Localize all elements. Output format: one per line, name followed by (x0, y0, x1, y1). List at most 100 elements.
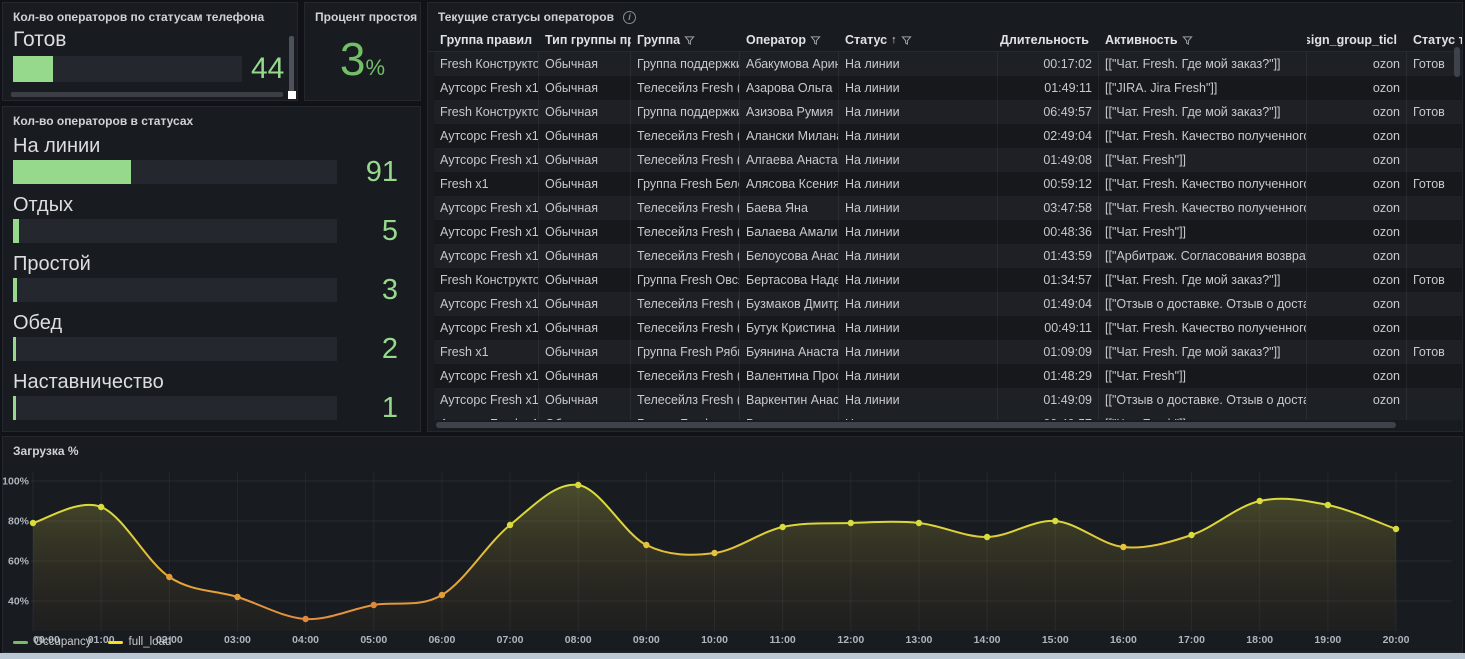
table-cell: На линии (839, 172, 998, 196)
chart-canvas[interactable]: 40%60%80%100%00:0001:0002:0003:0004:0005… (3, 462, 1460, 646)
table-cell: Обычная (539, 244, 631, 268)
panel-operators-table: Текущие статусы операторов i Группа прав… (427, 2, 1463, 432)
panel-phone-status: Кол-во операторов по статусам телефона Г… (2, 2, 298, 101)
data-point[interactable] (371, 602, 377, 608)
data-point[interactable] (1325, 502, 1331, 508)
column-header[interactable]: Активность (1099, 29, 1307, 51)
x-axis-tick-label: 05:00 (360, 634, 387, 646)
filter-icon[interactable] (810, 35, 821, 46)
vertical-scrollbar[interactable] (289, 36, 294, 92)
table-cell: 01:43:59 (998, 244, 1099, 268)
table-cell: Fresh Конструктор о (434, 100, 539, 124)
data-point[interactable] (1188, 532, 1194, 538)
bar-track (13, 337, 337, 361)
panel-title: Процент простоя (305, 3, 420, 28)
table-cell: Группа Fresh Белова (631, 172, 740, 196)
table-row: Fresh x1ОбычнаяГруппа Fresh РябинБуянина… (434, 340, 1462, 364)
table-cell: [["Арбитраж. Согласования возврата Fresh (1099, 244, 1307, 268)
scrollbar-corner[interactable] (288, 91, 296, 99)
data-point[interactable] (234, 594, 240, 600)
x-axis-tick-label: 16:00 (1110, 634, 1137, 646)
data-point[interactable] (98, 504, 104, 510)
info-icon[interactable]: i (623, 11, 636, 24)
data-point[interactable] (1393, 526, 1399, 532)
data-point[interactable] (848, 520, 854, 526)
column-header[interactable]: Статус↑ (839, 29, 998, 51)
data-point[interactable] (643, 542, 649, 548)
table-cell: Fresh Конструктор о (434, 52, 539, 76)
table-cell: ozon (1307, 124, 1407, 148)
table-cell: [["Чат. Fresh"]] (1099, 220, 1307, 244)
data-point[interactable] (984, 534, 990, 540)
table-row: Fresh Конструктор оОбычнаяГруппа поддерж… (434, 52, 1462, 76)
filter-icon[interactable] (684, 35, 695, 46)
table-cell: 00:17:02 (998, 52, 1099, 76)
gauge-value: 1 (337, 396, 410, 420)
table-cell: 00:59:12 (998, 172, 1099, 196)
panel-title: Текущие статусы операторов (438, 10, 614, 24)
x-axis-tick-label: 11:00 (770, 634, 796, 646)
table-cell: ozon (1307, 76, 1407, 100)
column-header[interactable]: Тип группы прав (539, 29, 631, 51)
table-cell: На линии (839, 340, 998, 364)
table-cell: На линии (839, 220, 998, 244)
x-axis-tick-label: 09:00 (633, 634, 660, 646)
table-cell: На линии (839, 268, 998, 292)
column-header[interactable]: assign_group_ticl (1307, 29, 1407, 51)
filter-icon[interactable] (901, 35, 912, 46)
data-point[interactable] (507, 522, 513, 528)
table-cell: Телесейлз Fresh (до (631, 148, 740, 172)
table-cell: ozon (1307, 388, 1407, 412)
data-point[interactable] (30, 520, 36, 526)
column-header[interactable]: Группа правил (434, 29, 539, 51)
data-point[interactable] (1257, 498, 1263, 504)
legend-item[interactable]: Occupancy (13, 636, 92, 648)
column-header-label: Длительность (1000, 33, 1089, 47)
table-cell: ozon (1307, 268, 1407, 292)
horizontal-scrollbar[interactable] (436, 422, 1396, 428)
column-header[interactable]: Длительность (998, 29, 1099, 51)
table-row: Аутсорс Fresh x1ОбычнаяТелесейлз Fresh (… (434, 148, 1462, 172)
table-row: Аутсорс Fresh x1ОбычнаяТелесейлз Fresh (… (434, 76, 1462, 100)
table-row: Fresh x1ОбычнаяГруппа Fresh БеловаАлясов… (434, 172, 1462, 196)
horizontal-scrollbar[interactable] (11, 92, 283, 97)
x-axis-tick-label: 19:00 (1314, 634, 1341, 646)
gauge-label: Простой (13, 251, 410, 278)
table-cell (1407, 316, 1463, 340)
column-header-label: Тип группы прав (545, 33, 631, 47)
data-point[interactable] (711, 550, 717, 556)
table-cell: [["Чат. Fresh. Качество полученного това… (1099, 316, 1307, 340)
table-cell: [["Чат. Fresh. Где мой заказ?"]] (1099, 268, 1307, 292)
table-cell: Варкентин Анастаси (740, 388, 839, 412)
table-body: Fresh Конструктор оОбычнаяГруппа поддерж… (428, 52, 1462, 420)
table-cell: Обычная (539, 268, 631, 292)
column-header[interactable]: Группа (631, 29, 740, 51)
vertical-scrollbar[interactable] (1454, 47, 1460, 77)
stat-number: 3 (340, 32, 366, 86)
table-cell: Готов (1407, 100, 1463, 124)
gauge-value: 91 (337, 160, 410, 184)
table-cell: На линии (839, 148, 998, 172)
legend-item[interactable]: full_load (108, 636, 172, 648)
data-point[interactable] (916, 520, 922, 526)
data-point[interactable] (1052, 518, 1058, 524)
sort-asc-icon[interactable]: ↑ (891, 34, 897, 46)
table-cell: ozon (1307, 52, 1407, 76)
table-cell: [["Чат. Fresh. Качество полученного това… (1099, 196, 1307, 220)
data-point[interactable] (575, 482, 581, 488)
data-point[interactable] (1120, 544, 1126, 550)
data-point[interactable] (302, 616, 308, 622)
table-row: Аутсорс Fresh x1ОбычнаяТелесейлз Fresh (… (434, 292, 1462, 316)
bar-fill (13, 56, 53, 82)
filter-icon[interactable] (1182, 35, 1193, 46)
legend-series-color (13, 641, 28, 644)
table-cell: Обычная (539, 316, 631, 340)
table-cell (1407, 292, 1463, 316)
data-point[interactable] (779, 524, 785, 530)
table-cell: 01:49:04 (998, 292, 1099, 316)
column-header[interactable]: Оператор (740, 29, 839, 51)
data-point[interactable] (439, 592, 445, 598)
data-point[interactable] (166, 574, 172, 580)
table-cell: На линии (839, 364, 998, 388)
column-header-label: Активность (1105, 33, 1178, 47)
